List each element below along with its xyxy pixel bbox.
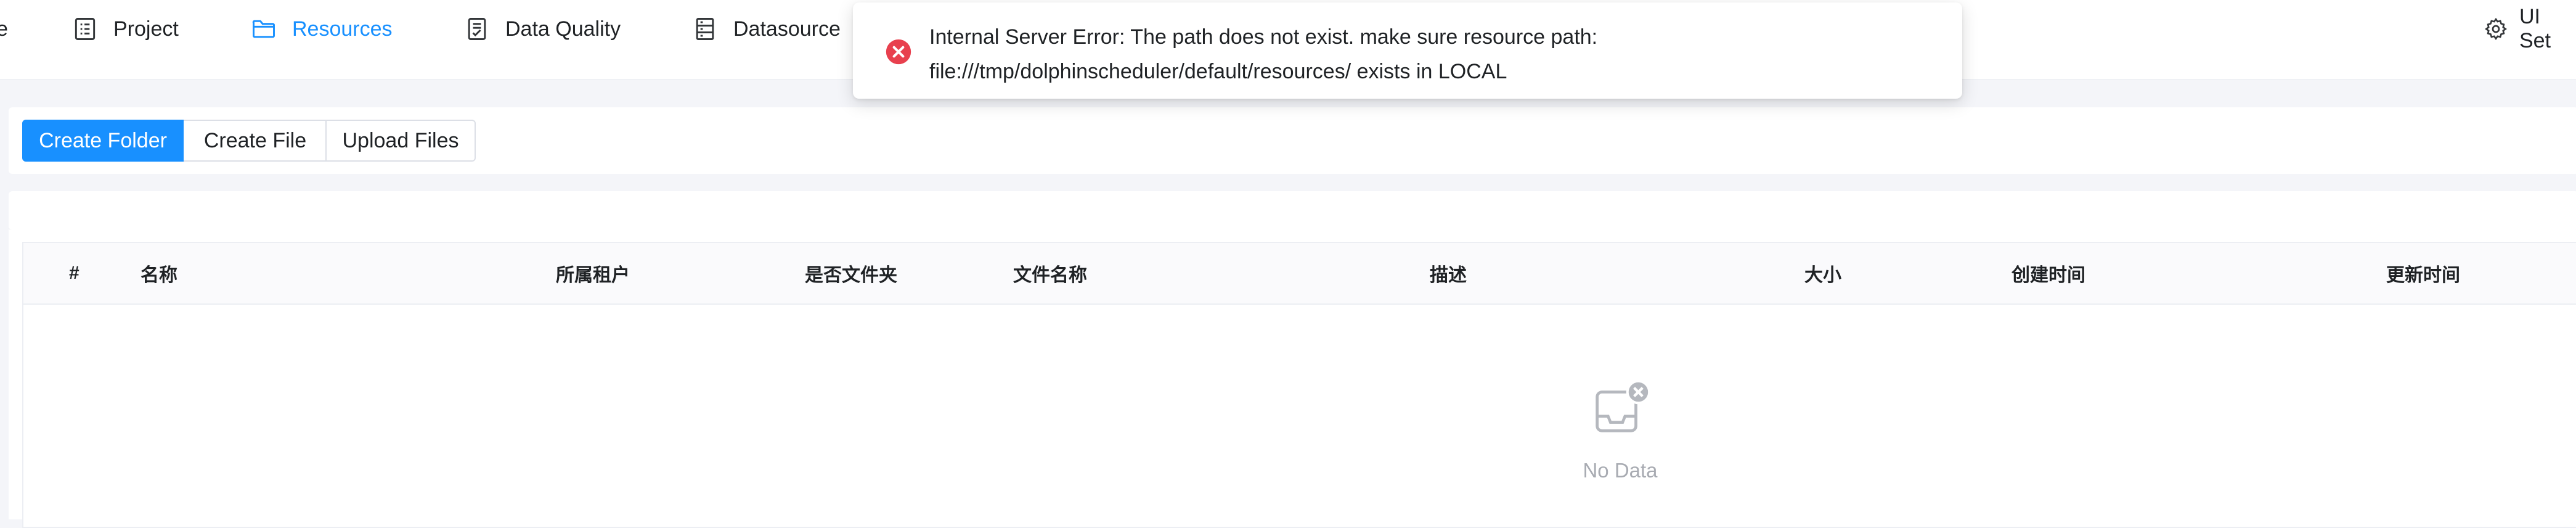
nav-item-label: Resources — [292, 17, 393, 41]
gear-icon — [2484, 17, 2508, 41]
empty-state-text: No Data — [1583, 459, 1658, 482]
resource-table-card: # 名称 所属租户 是否文件夹 文件名称 描述 大小 创建时间 更新时间 No … — [9, 229, 2576, 528]
empty-state: No Data — [1559, 377, 1682, 482]
nav-item-project[interactable]: Project — [71, 0, 179, 58]
nav-item-label: Data Quality — [505, 17, 621, 41]
resource-table: # 名称 所属租户 是否文件夹 文件名称 描述 大小 创建时间 更新时间 — [22, 242, 2576, 528]
ui-settings-button[interactable]: UI Set — [2484, 0, 2576, 58]
create-file-button[interactable]: Create File — [184, 120, 327, 162]
nav-item-partial[interactable]: e — [0, 0, 8, 58]
table-header: # 名称 所属租户 是否文件夹 文件名称 描述 大小 创建时间 更新时间 — [23, 243, 2576, 305]
folder-icon — [250, 15, 277, 43]
nav-item-datasource[interactable]: Datasource — [691, 0, 841, 58]
column-header-name: 名称 — [141, 265, 177, 286]
nav-item-data-quality[interactable]: Data Quality — [463, 0, 621, 58]
error-message-line1: Internal Server Error: The path does not… — [929, 25, 1598, 49]
column-header-index: # — [69, 263, 79, 283]
nav-item-label: e — [0, 17, 8, 41]
list-icon — [71, 15, 99, 43]
column-header-update-time: 更新时间 — [2386, 265, 2460, 286]
column-header-description: 描述 — [1430, 265, 1467, 286]
error-notification: Internal Server Error: The path does not… — [853, 2, 1962, 99]
column-header-file-name: 文件名称 — [1013, 265, 1087, 286]
search-strip — [9, 191, 2576, 231]
empty-inbox-icon — [1559, 377, 1682, 445]
error-message: Internal Server Error: The path does not… — [929, 20, 1940, 89]
error-message-line2: file:///tmp/dolphinscheduler/default/res… — [929, 60, 1507, 83]
nav-item-resources[interactable]: Resources — [250, 0, 393, 58]
upload-files-button[interactable]: Upload Files — [325, 120, 476, 162]
create-folder-button[interactable]: Create Folder — [22, 120, 184, 162]
column-header-create-time: 创建时间 — [2011, 265, 2085, 286]
nav-item-label: Datasource — [733, 17, 841, 41]
server-icon — [691, 15, 719, 43]
column-header-is-folder: 是否文件夹 — [805, 265, 897, 286]
nav-item-label: Project — [113, 17, 179, 41]
column-header-size: 大小 — [1804, 265, 1841, 286]
column-header-tenant: 所属租户 — [556, 265, 630, 286]
ui-settings-label: UI Set — [2519, 5, 2551, 52]
toolbar-card: Create Folder Create File Upload Files — [9, 107, 2576, 174]
checklist-icon — [463, 15, 491, 43]
error-icon — [885, 38, 912, 65]
